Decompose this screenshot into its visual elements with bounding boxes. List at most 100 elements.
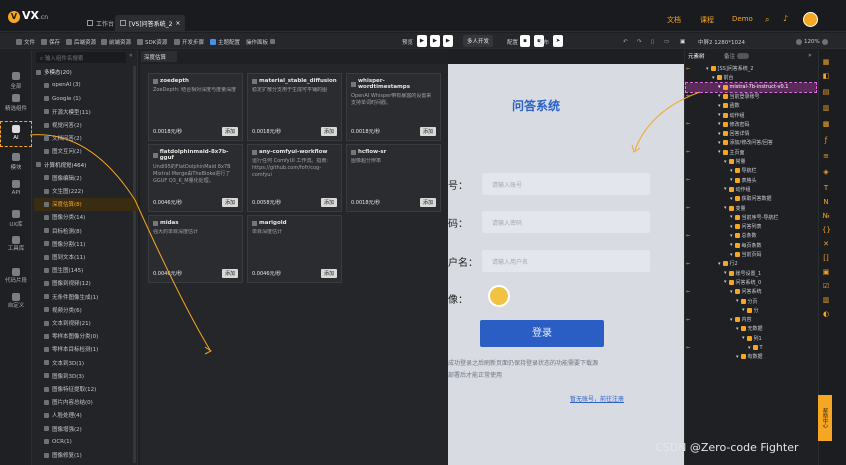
tab-depth-estimation[interactable]: 深度估算 xyxy=(141,51,177,62)
component-item[interactable]: 目标检测(8) xyxy=(34,224,138,237)
component-item[interactable]: OCR(1) xyxy=(34,436,138,449)
n-icon[interactable]: N xyxy=(822,198,830,206)
vx-logo[interactable]: V VX.cn xyxy=(8,9,48,23)
frontend-resources[interactable]: 前端资源 xyxy=(101,37,131,46)
function-icon[interactable]: ƒ xyxy=(822,136,830,144)
model-card[interactable]: whisper-wordtimestamps OpenAI Whisper带有暴露… xyxy=(346,73,441,141)
close-icon[interactable]: × xyxy=(175,20,180,27)
image-icon[interactable]: ▣ xyxy=(822,268,830,276)
account-input[interactable]: 请输入账号 xyxy=(482,173,650,195)
component-search-input[interactable]: ⌕ 输入组件名搜索 xyxy=(36,52,126,63)
chevron-down-icon[interactable]: ▾ xyxy=(724,159,727,165)
tab-notes[interactable]: 备注 xyxy=(724,52,735,60)
tree-node[interactable]: ▾ 回答详情 xyxy=(686,129,816,138)
chevron-down-icon[interactable]: ▾ xyxy=(736,298,739,304)
courses-link[interactable]: 课程 xyxy=(700,15,714,25)
chart-icon[interactable]: ▥ xyxy=(822,296,830,304)
component-item[interactable]: 人脸处理(4) xyxy=(34,409,138,422)
tree-node[interactable]: ⇐ ▾ [SS]问答系统_2 xyxy=(686,64,816,73)
chevron-down-icon[interactable]: ▾ xyxy=(706,66,709,72)
theme-config[interactable]: 主题配置 xyxy=(210,37,240,46)
tree-node[interactable]: ▾ 问答系统_0 xyxy=(686,278,816,287)
send-icon[interactable]: ➤ xyxy=(553,35,563,47)
chevron-down-icon[interactable]: ▾ xyxy=(730,168,733,174)
rail-featured[interactable]: 精选组件 xyxy=(0,94,32,112)
tree-node[interactable]: ▾ 动作组 xyxy=(686,185,816,194)
component-item[interactable]: 图像到视频(12) xyxy=(34,277,138,290)
component-item[interactable]: 视觉问答(2) xyxy=(34,119,138,132)
config-option-1[interactable]: ▪ xyxy=(520,35,530,47)
add-button[interactable]: 添加 xyxy=(221,127,238,136)
component-item[interactable]: 图像增强(2) xyxy=(34,422,138,435)
tree-node[interactable]: ▾ 添加/修改问答/回答 xyxy=(686,138,816,147)
tree-node[interactable]: ⇐ ▾ 表格头 xyxy=(686,176,816,185)
rail-ai[interactable]: AI xyxy=(0,121,32,147)
chevron-down-icon[interactable]: ▾ xyxy=(718,140,721,146)
username-input[interactable]: 请输入用户名 xyxy=(482,250,650,272)
publish-button[interactable]: 发布 xyxy=(538,37,549,46)
model-card[interactable]: zoedepth ZoeDepth: 结合相对深度与度量深度 0.0018元/秒 添加 xyxy=(148,73,243,141)
chevron-down-icon[interactable]: ▾ xyxy=(730,242,733,248)
chevron-down-icon[interactable]: ▾ xyxy=(718,261,721,267)
tree-node[interactable]: ▾ 无数据 xyxy=(686,324,816,333)
component-group[interactable]: 计算机视觉(464) xyxy=(34,158,138,171)
tree-node[interactable]: ▾ 分 xyxy=(686,306,816,315)
tree-node[interactable]: ▾ 当前序号-导航栏 xyxy=(686,213,816,222)
chevron-down-icon[interactable]: ▾ xyxy=(724,205,727,211)
login-button[interactable]: 登录 xyxy=(480,320,604,347)
dev-steps[interactable]: 开发步骤 xyxy=(174,37,204,46)
component-group[interactable]: 多模态(20) xyxy=(34,66,138,79)
component-item[interactable]: 视频分类(6) xyxy=(34,304,138,317)
tree-node[interactable]: ⇐ ▾ 问答系统 xyxy=(686,287,816,296)
model-card[interactable]: any-comfyui-workflow 运行任何 ComfyUI 工作流。指南:… xyxy=(247,144,342,212)
tree-node[interactable]: ▾ 每页条数 xyxy=(686,241,816,250)
component-item[interactable]: 图像编辑(2) xyxy=(34,172,138,185)
search-icon[interactable]: ⌕ xyxy=(765,15,769,25)
register-link[interactable]: 暂无账号，前往注册 xyxy=(570,394,624,403)
component-item[interactable]: 图到文本(11) xyxy=(34,251,138,264)
tree-node[interactable]: ▾ 函数 xyxy=(686,101,816,110)
notes-toggle[interactable] xyxy=(737,53,749,59)
table-icon[interactable]: ▥ xyxy=(822,104,830,112)
rail-snippets[interactable]: 代码片段 xyxy=(0,268,32,285)
component-item[interactable]: 文生图(222) xyxy=(34,185,138,198)
component-item[interactable]: 图生图(145) xyxy=(34,264,138,277)
component-item[interactable]: 零样本图像分类(0) xyxy=(34,330,138,343)
undo-icon[interactable]: ↶ xyxy=(623,37,628,46)
add-button[interactable]: 添加 xyxy=(320,198,337,207)
component-item[interactable]: 文本到视频(21) xyxy=(34,317,138,330)
component-item[interactable]: Google (1) xyxy=(34,92,138,105)
config-button[interactable]: 配置 xyxy=(507,37,518,46)
tree-node[interactable]: ⇐ ▾ 修改密码 xyxy=(686,120,816,129)
component-item[interactable]: 文档问答(2) xyxy=(34,132,138,145)
tree-node[interactable]: ▾ 当前页码 xyxy=(686,250,816,259)
tree-node[interactable]: ▾ 前台 xyxy=(686,73,816,82)
component-item[interactable]: 文本到3D(1) xyxy=(34,356,138,369)
component-item[interactable]: 图文互问(2) xyxy=(34,145,138,158)
grid-icon[interactable]: ▩ xyxy=(822,120,830,128)
tab-element-tree[interactable]: 元素树 xyxy=(688,52,705,60)
chevron-down-icon[interactable]: ▾ xyxy=(730,224,733,230)
tree-node[interactable]: ▾ 获取问答数据 xyxy=(686,194,816,203)
avatar-image[interactable] xyxy=(488,285,510,307)
tab-project[interactable]: [VS]问答系统_2 × xyxy=(115,15,186,31)
rail-ux[interactable]: UX库 xyxy=(0,210,32,228)
tree-node[interactable]: ▾ 常量 xyxy=(686,157,816,166)
component-item[interactable]: 图像到3D(3) xyxy=(34,370,138,383)
tablet-icon[interactable]: ▭ xyxy=(664,37,669,46)
save-button[interactable]: 保存 xyxy=(41,37,60,46)
tree-node[interactable]: ⇐ ▾ 变量 xyxy=(686,204,816,213)
component-item[interactable]: openAI (3) xyxy=(34,79,138,92)
sdk-resources[interactable]: SDK资源 xyxy=(137,37,167,46)
tree-node[interactable]: ⇐ ▾ 行2 xyxy=(686,259,816,268)
model-card[interactable]: marigold 单目深度估计 0.0046元/秒 添加 xyxy=(247,215,342,283)
add-button[interactable]: 添加 xyxy=(419,127,436,136)
tree-node[interactable]: ⇐ ▾ 当前登录账号 xyxy=(686,92,816,101)
collapse-icon[interactable]: « xyxy=(129,52,135,63)
component-item[interactable]: 图像分割(11) xyxy=(34,238,138,251)
add-button[interactable]: 添加 xyxy=(320,127,337,136)
variable-icon[interactable]: {} xyxy=(822,226,831,234)
chevron-down-icon[interactable]: ▾ xyxy=(724,270,727,276)
password-input[interactable]: 请输入密码 xyxy=(482,211,650,233)
add-button[interactable]: 添加 xyxy=(320,269,337,278)
